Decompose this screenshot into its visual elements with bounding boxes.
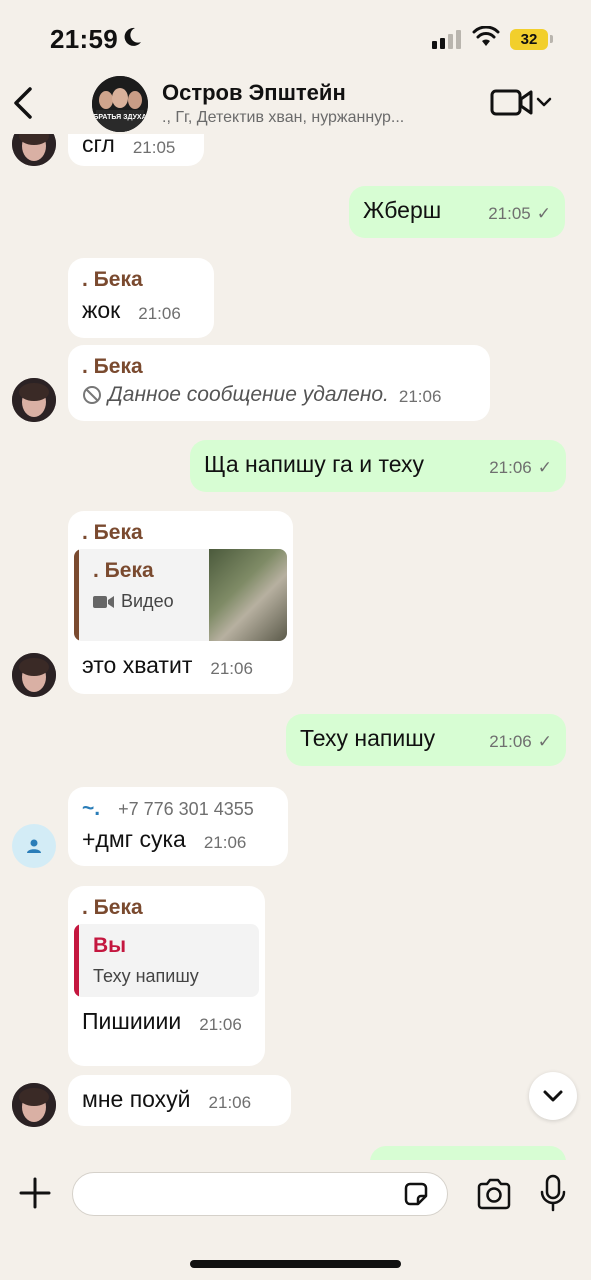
- message-bubble[interactable]: . Бека Данное сообщение удалено. 21:06: [68, 345, 490, 421]
- message-bubble[interactable]: ~. +7 776 301 4355 +дмг сука 21:06: [68, 787, 288, 866]
- message-text: Теху напишу: [300, 725, 436, 751]
- group-avatar[interactable]: БРАТЬЯ ЗДУХА: [92, 76, 148, 132]
- attach-button[interactable]: [18, 1176, 52, 1210]
- message-text: Пишииии: [82, 1008, 182, 1034]
- voice-message-button[interactable]: [540, 1174, 566, 1212]
- message-time: 21:06: [208, 1093, 252, 1112]
- message-time: 21:06: [138, 304, 181, 323]
- sender-header[interactable]: ~. +7 776 301 4355: [82, 797, 274, 821]
- home-indicator[interactable]: [190, 1260, 401, 1268]
- camera-button[interactable]: [476, 1178, 512, 1210]
- message-time: 21:06 ✓: [489, 458, 552, 477]
- message-bubble-outgoing[interactable]: Жберш 21:05 ✓: [349, 186, 565, 238]
- scroll-to-bottom-button[interactable]: [529, 1072, 577, 1120]
- wifi-icon: [472, 25, 500, 53]
- message-time: 21:05 ✓: [488, 204, 551, 223]
- plus-icon: [19, 1177, 51, 1209]
- reply-quote[interactable]: Вы Теху напишу: [74, 924, 259, 997]
- sent-check-icon: ✓: [537, 458, 552, 477]
- message-text: Жберш: [363, 197, 442, 223]
- video-thumbnail[interactable]: [208, 549, 287, 641]
- message-bubble-outgoing[interactable]: Теху напишу 21:06 ✓: [286, 714, 566, 766]
- message-time: 21:06 ✓: [489, 732, 552, 751]
- message-text: это хватит: [82, 652, 193, 678]
- message-time: 21:06: [210, 659, 253, 678]
- video-camera-icon: [490, 89, 552, 116]
- quote-author: Вы: [93, 934, 127, 957]
- camera-icon: [477, 1178, 511, 1210]
- sender-name[interactable]: . Бека: [82, 268, 200, 292]
- prohibited-icon: [83, 386, 101, 404]
- sender-name[interactable]: . Бека: [74, 896, 259, 920]
- sender-phone: +7 776 301 4355: [118, 799, 254, 819]
- chat-area[interactable]: сгл 21:05 Жберш 21:05 ✓ . Бека жок 21:06…: [0, 0, 591, 1160]
- sender-avatar[interactable]: [12, 1083, 56, 1127]
- back-button[interactable]: [8, 84, 38, 122]
- message-text: жок: [82, 297, 121, 323]
- sticker-button[interactable]: [402, 1180, 430, 1208]
- chat-header[interactable]: БРАТЬЯ ЗДУХА Остров Эпштейн ., Гг, Детек…: [0, 72, 591, 134]
- quote-subtitle: Видео: [93, 591, 195, 612]
- message-bubble-outgoing[interactable]: [370, 1146, 566, 1160]
- quote-subtitle: Теху напишу: [93, 966, 199, 986]
- message-text: Ща напишу га и теху: [204, 451, 425, 477]
- chat-members[interactable]: ., Гг, Детектив хван, нуржаннур...: [162, 109, 462, 127]
- message-text: сгл: [82, 131, 115, 157]
- sender-avatar[interactable]: [12, 653, 56, 697]
- message-composer: [0, 1160, 591, 1280]
- group-avatar-caption: БРАТЬЯ ЗДУХА: [93, 114, 147, 121]
- status-bar: 21:59 32: [0, 0, 591, 72]
- message-bubble[interactable]: . Бека жок 21:06: [68, 258, 214, 338]
- chat-title[interactable]: Остров Эпштейн: [162, 80, 346, 106]
- video-call-button[interactable]: [490, 88, 554, 118]
- sent-check-icon: ✓: [537, 732, 552, 751]
- message-time: 21:06: [203, 833, 247, 852]
- microphone-icon: [540, 1174, 566, 1212]
- message-bubble-outgoing[interactable]: Ща напишу га и теху 21:06 ✓: [190, 440, 566, 492]
- sender-name[interactable]: . Бека: [74, 521, 287, 545]
- moon-icon: [121, 26, 143, 53]
- battery-tip: [550, 35, 553, 43]
- message-text: +дмг сука: [82, 826, 186, 852]
- message-bubble[interactable]: мне похуй 21:06: [68, 1075, 291, 1126]
- chevron-left-icon: [14, 87, 32, 119]
- video-icon: [93, 595, 114, 608]
- deleted-message: Данное сообщение удалено.: [82, 383, 389, 407]
- sticker-icon: [404, 1182, 428, 1206]
- sender-name[interactable]: . Бека: [82, 355, 476, 379]
- message-time: 21:06: [398, 387, 442, 406]
- sent-check-icon: ✓: [536, 204, 551, 223]
- message-input[interactable]: [72, 1172, 448, 1216]
- sender-avatar[interactable]: [12, 378, 56, 422]
- status-time: 21:59: [50, 24, 118, 54]
- message-bubble[interactable]: . Бека Вы Теху напишу Пишииии 21:06: [68, 886, 265, 1066]
- quote-author: . Бека: [93, 559, 154, 582]
- message-time: 21:06: [199, 1015, 242, 1034]
- message-text: мне похуй: [82, 1086, 191, 1112]
- message-time: 21:05: [132, 138, 176, 157]
- message-bubble[interactable]: . Бека . Бека Видео это хватит 21:06: [68, 511, 293, 694]
- battery-indicator: 32: [510, 29, 548, 50]
- chevron-down-icon: [543, 1090, 563, 1102]
- sender-name: ~.: [82, 797, 101, 820]
- contact-avatar[interactable]: [12, 824, 56, 868]
- person-icon: [27, 839, 41, 853]
- cellular-signal-icon: [432, 30, 461, 49]
- reply-quote[interactable]: . Бека Видео: [74, 549, 287, 641]
